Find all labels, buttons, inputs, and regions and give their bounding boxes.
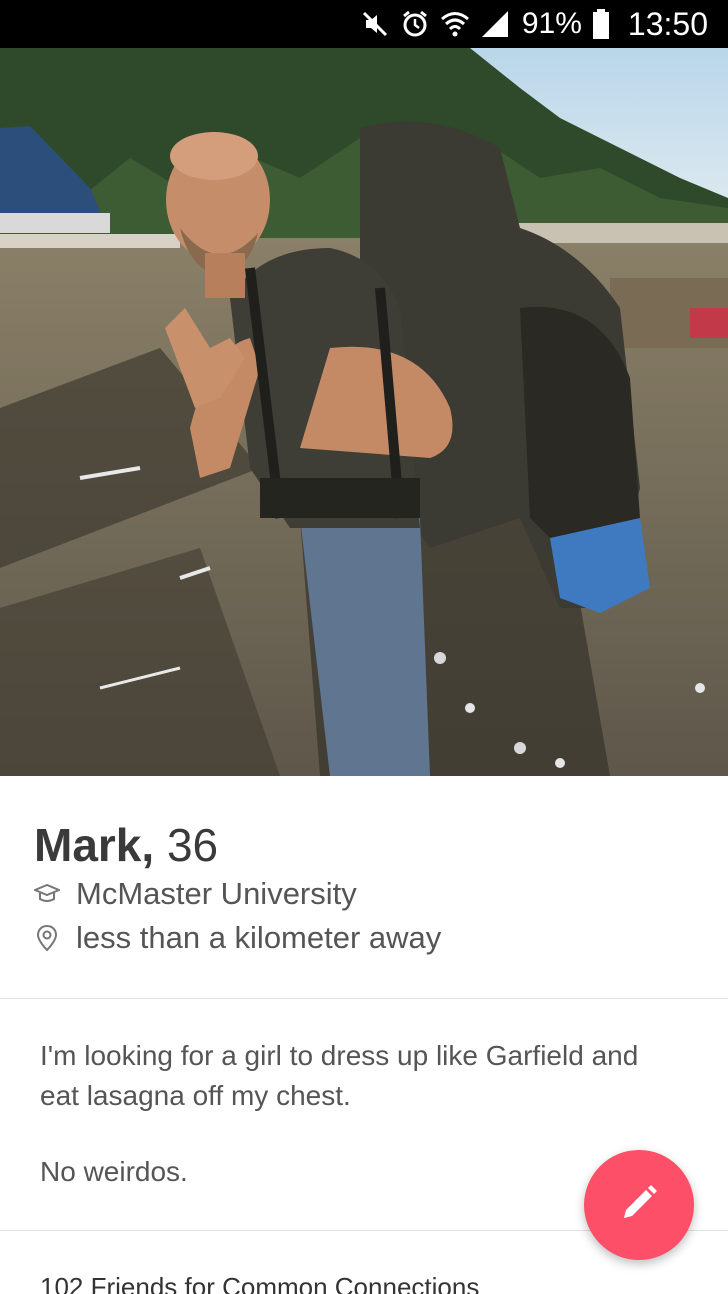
name-age: Mark, 36	[34, 818, 218, 872]
distance-row: less than a kilometer away	[34, 920, 441, 956]
profile-age: 36	[166, 819, 219, 871]
wifi-icon	[440, 9, 470, 39]
profile-screen: 91% 13:50 Mark, 36 McMaster University l…	[0, 0, 728, 1294]
battery-percent: 91%	[521, 7, 582, 40]
status-time: 13:50	[627, 5, 708, 42]
profile-name: Mark,	[34, 819, 155, 871]
bio-text: I'm looking for a girl to dress up like …	[40, 1040, 639, 1111]
edit-profile-button[interactable]	[584, 1150, 694, 1260]
status-bar: 91% 13:50	[0, 0, 728, 48]
common-connections-title: 102 Friends for Common Connections	[40, 1272, 480, 1294]
battery-icon	[592, 9, 610, 39]
divider	[0, 998, 728, 999]
bio-text-2: No weirdos.	[40, 1156, 188, 1187]
profile-header: Mark, 36 McMaster University less than a…	[0, 776, 728, 998]
profile-photo[interactable]	[0, 48, 728, 776]
bio: I'm looking for a girl to dress up like …	[40, 1036, 680, 1192]
school-row: McMaster University	[34, 876, 357, 912]
mute-icon	[360, 9, 390, 39]
graduation-cap-icon	[34, 881, 60, 907]
alarm-icon	[400, 9, 430, 39]
location-pin-icon	[34, 924, 60, 952]
signal-icon	[480, 9, 510, 39]
distance-text: less than a kilometer away	[76, 920, 442, 955]
school-name: McMaster University	[76, 876, 357, 911]
edit-pencil-icon	[616, 1180, 662, 1231]
